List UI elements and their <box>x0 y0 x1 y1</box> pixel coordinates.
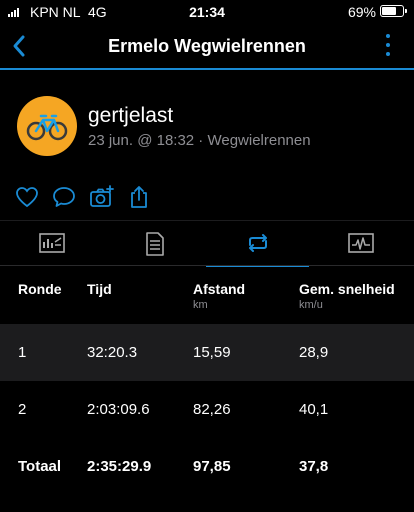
table-row[interactable]: 1 32:20.3 15,59 28,9 <box>0 324 414 381</box>
heart-icon <box>16 187 38 208</box>
lap-number: 2 <box>18 401 27 418</box>
unit-distance: km <box>193 299 208 311</box>
activity-tabs <box>0 220 414 268</box>
action-bar <box>0 180 414 214</box>
add-photo-icon <box>90 185 114 207</box>
battery-icon <box>380 5 407 17</box>
tab-details[interactable] <box>103 221 206 267</box>
status-bar: KPN NL 4G 21:34 69% <box>0 0 414 24</box>
lap-time: 32:20.3 <box>87 344 138 361</box>
column-header-time: Tijd <box>87 281 112 297</box>
add-photo-button[interactable] <box>89 184 115 210</box>
stats-icon <box>38 233 65 253</box>
activity-header: gertjelast 23 jun. @ 18:32 · Wegwielrenn… <box>0 92 414 162</box>
laps-table: Ronde Tijd Afstand km Gem. snelheid km/u… <box>0 267 414 495</box>
table-row[interactable]: 2 2:03:09.6 82,26 40,1 <box>0 381 414 438</box>
total-time: 2:35:29.9 <box>87 458 152 475</box>
like-button[interactable] <box>14 184 40 210</box>
share-icon <box>131 186 147 208</box>
tab-laps[interactable] <box>206 221 309 268</box>
details-icon <box>145 232 164 256</box>
comment-button[interactable] <box>51 184 77 210</box>
username[interactable]: gertjelast <box>88 104 173 128</box>
page-title: Ermelo Wegwielrennen <box>108 36 306 56</box>
share-button[interactable] <box>126 184 152 210</box>
lap-number: 1 <box>18 344 27 361</box>
lap-avg-speed: 28,9 <box>299 344 329 361</box>
lap-avg-speed: 40,1 <box>299 401 329 418</box>
column-header-lap: Ronde <box>18 281 62 297</box>
unit-speed: km/u <box>299 299 323 311</box>
tab-stats[interactable] <box>0 221 103 267</box>
column-header-distance: Afstand km <box>193 281 246 311</box>
lap-distance: 15,59 <box>193 344 231 361</box>
tab-chart[interactable] <box>309 221 412 267</box>
column-header-avg-speed: Gem. snelheid km/u <box>299 281 395 311</box>
more-options-button[interactable] <box>384 34 392 60</box>
vertical-dots-icon <box>384 34 392 56</box>
lap-distance: 82,26 <box>193 401 231 418</box>
navigation-bar: Ermelo Wegwielrennen <box>0 24 414 70</box>
total-avg-speed: 37,8 <box>299 458 329 475</box>
activity-meta: 23 jun. @ 18:32 · Wegwielrennen <box>88 132 311 149</box>
avatar[interactable] <box>17 96 77 156</box>
laps-icon <box>248 234 267 252</box>
total-distance: 97,85 <box>193 458 231 475</box>
chart-icon <box>347 233 374 253</box>
table-total-row: Totaal 2:35:29.9 97,85 37,8 <box>0 438 414 495</box>
total-label: Totaal <box>18 458 62 475</box>
bicycle-icon <box>26 114 68 141</box>
table-header: Ronde Tijd Afstand km Gem. snelheid km/u <box>0 267 414 324</box>
lap-time: 2:03:09.6 <box>87 401 150 418</box>
comment-icon <box>53 187 75 207</box>
battery-percentage: 69% <box>347 4 376 20</box>
